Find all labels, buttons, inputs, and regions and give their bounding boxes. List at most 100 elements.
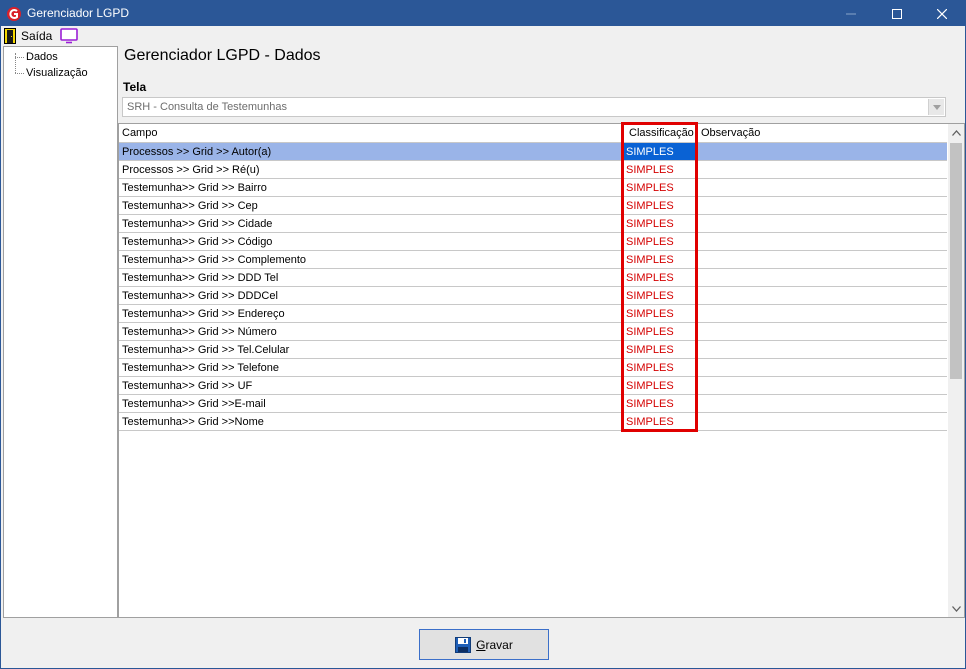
cell-campo[interactable]: Testemunha>> Grid >> Número [119,323,623,340]
navigation-tree[interactable]: Dados Visualização [3,46,118,618]
cell-campo[interactable]: Testemunha>> Grid >> Tel.Celular [119,341,623,358]
vertical-scrollbar[interactable] [948,124,964,617]
maximize-icon [892,8,902,19]
cell-classificacao[interactable]: SIMPLES [623,251,698,268]
cell-campo[interactable]: Testemunha>> Grid >> UF [119,377,623,394]
cell-campo[interactable]: Testemunha>> Grid >> Complemento [119,251,623,268]
table-row[interactable]: Testemunha>> Grid >> Endereço SIMPLES [119,305,947,323]
cell-observacao[interactable] [698,197,947,214]
cell-classificacao[interactable]: SIMPLES [623,413,698,430]
cell-observacao[interactable] [698,161,947,178]
column-header-campo[interactable]: Campo [119,124,623,143]
cell-observacao[interactable] [698,143,947,160]
minimize-icon [846,13,856,14]
tela-select[interactable]: SRH - Consulta de Testemunhas [122,97,946,117]
cell-campo[interactable]: Testemunha>> Grid >> Cep [119,197,623,214]
cell-campo[interactable]: Testemunha>> Grid >>E-mail [119,395,623,412]
exit-door-icon [4,28,16,44]
window-title: Gerenciador LGPD [27,6,130,20]
table-row[interactable]: Testemunha>> Grid >> Código SIMPLES [119,233,947,251]
app-logo-icon [7,7,21,21]
maximize-button[interactable] [874,1,920,26]
cell-classificacao[interactable]: SIMPLES [623,233,698,250]
table-row[interactable]: Processos >> Grid >> Ré(u) SIMPLES [119,161,947,179]
cell-campo[interactable]: Testemunha>> Grid >> DDDCel [119,287,623,304]
minimize-button[interactable] [828,1,874,26]
cell-classificacao[interactable]: SIMPLES [623,323,698,340]
save-button[interactable]: Gravar [419,629,549,660]
cell-observacao[interactable] [698,215,947,232]
cell-observacao[interactable] [698,233,947,250]
cell-observacao[interactable] [698,341,947,358]
scroll-down-button[interactable] [948,600,964,617]
cell-observacao[interactable] [698,395,947,412]
cell-classificacao[interactable]: SIMPLES [623,305,698,322]
table-row[interactable]: Testemunha>> Grid >> Complemento SIMPLES [119,251,947,269]
tree-connector [15,73,24,74]
cell-classificacao[interactable]: SIMPLES [623,215,698,232]
tree-connector [15,57,24,58]
exit-menu-item[interactable]: Saída [4,27,52,45]
cell-classificacao[interactable]: SIMPLES [623,161,698,178]
cell-observacao[interactable] [698,287,947,304]
close-icon [937,8,947,19]
scroll-up-button[interactable] [948,124,964,141]
table-row[interactable]: Testemunha>> Grid >> Telefone SIMPLES [119,359,947,377]
cell-observacao[interactable] [698,251,947,268]
cell-classificacao[interactable]: SIMPLES [623,359,698,376]
cell-observacao[interactable] [698,179,947,196]
cell-campo[interactable]: Testemunha>> Grid >> DDD Tel [119,269,623,286]
cell-classificacao[interactable]: SIMPLES [623,287,698,304]
cell-classificacao[interactable]: SIMPLES [623,197,698,214]
cell-campo[interactable]: Processos >> Grid >> Autor(a) [119,143,623,160]
table-row[interactable]: Testemunha>> Grid >> Número SIMPLES [119,323,947,341]
table-row[interactable]: Testemunha>> Grid >> UF SIMPLES [119,377,947,395]
cell-classificacao[interactable]: SIMPLES [623,143,698,160]
table-row[interactable]: Testemunha>> Grid >> Bairro SIMPLES [119,179,947,197]
table-row[interactable]: Processos >> Grid >> Autor(a) SIMPLES [119,143,947,161]
tree-item-dados[interactable]: Dados [26,51,58,63]
cell-observacao[interactable] [698,323,947,340]
save-button-label: Gravar [476,637,513,652]
title-bar[interactable]: Gerenciador LGPD [1,1,965,26]
app-window: Gerenciador LGPD Saída Dados Visualizaçã… [0,0,966,669]
table-row[interactable]: Testemunha>> Grid >> Cep SIMPLES [119,197,947,215]
data-grid[interactable]: Campo Classificação Observação Processos… [118,123,965,618]
scrollbar-thumb[interactable] [950,143,962,379]
table-row[interactable]: Testemunha>> Grid >> DDDCel SIMPLES [119,287,947,305]
table-row[interactable]: Testemunha>> Grid >> Tel.Celular SIMPLES [119,341,947,359]
table-row[interactable]: Testemunha>> Grid >>Nome SIMPLES [119,413,947,431]
tree-connector [15,53,16,73]
cell-observacao[interactable] [698,413,947,430]
cell-classificacao[interactable]: SIMPLES [623,179,698,196]
dropdown-arrow-button[interactable] [928,99,944,115]
cell-campo[interactable]: Testemunha>> Grid >> Bairro [119,179,623,196]
screen-menu-item[interactable] [60,28,78,44]
cell-observacao[interactable] [698,305,947,322]
tree-item-visualizacao[interactable]: Visualização [26,67,88,79]
cell-observacao[interactable] [698,377,947,394]
chevron-down-icon [932,104,941,110]
table-row[interactable]: Testemunha>> Grid >> Cidade SIMPLES [119,215,947,233]
cell-classificacao[interactable]: SIMPLES [623,377,698,394]
cell-observacao[interactable] [698,269,947,286]
cell-campo[interactable]: Testemunha>> Grid >> Telefone [119,359,623,376]
cell-classificacao[interactable]: SIMPLES [623,341,698,358]
tela-label: Tela [123,80,147,94]
cell-campo[interactable]: Testemunha>> Grid >> Cidade [119,215,623,232]
table-row[interactable]: Testemunha>> Grid >> DDD Tel SIMPLES [119,269,947,287]
column-header-classificacao[interactable]: Classificação [623,124,698,143]
column-header-observacao[interactable]: Observação [698,124,947,143]
table-row[interactable]: Testemunha>> Grid >>E-mail SIMPLES [119,395,947,413]
cell-observacao[interactable] [698,359,947,376]
cell-campo[interactable]: Testemunha>> Grid >>Nome [119,413,623,430]
page-title: Gerenciador LGPD - Dados [124,47,321,64]
cell-classificacao[interactable]: SIMPLES [623,395,698,412]
cell-campo[interactable]: Processos >> Grid >> Ré(u) [119,161,623,178]
floppy-disk-icon [455,636,472,653]
cell-campo[interactable]: Testemunha>> Grid >> Endereço [119,305,623,322]
close-button[interactable] [919,1,965,26]
cell-classificacao[interactable]: SIMPLES [623,269,698,286]
cell-campo[interactable]: Testemunha>> Grid >> Código [119,233,623,250]
menu-bar: Saída [1,26,965,46]
